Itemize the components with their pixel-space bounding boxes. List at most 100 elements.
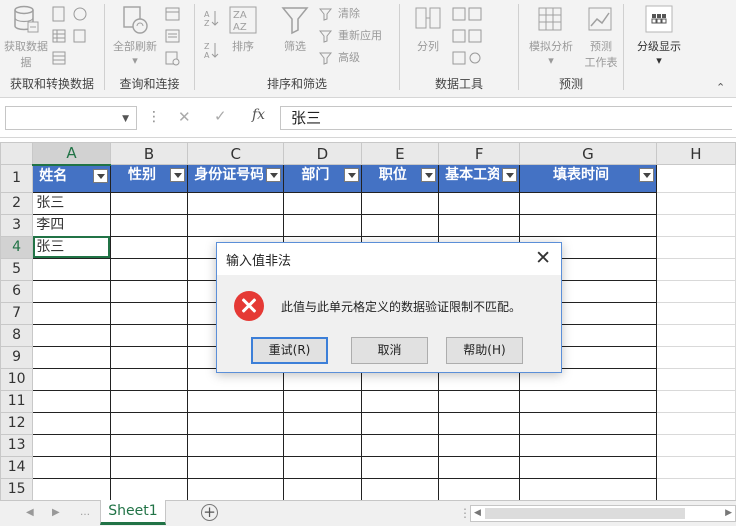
get-data-button[interactable]: 获取数据 据 [4, 4, 48, 70]
cell[interactable] [360, 477, 440, 500]
help-button[interactable]: 帮助(H) [446, 337, 523, 364]
column-header[interactable]: C [187, 142, 285, 165]
cell[interactable] [187, 477, 285, 500]
field-header-cell[interactable]: 部门 [283, 164, 362, 193]
row-header[interactable]: 6 [0, 279, 34, 303]
cell[interactable]: 张三 [32, 235, 111, 259]
cell[interactable] [438, 411, 521, 435]
sort-descending-button[interactable]: ZA [203, 40, 222, 60]
cell[interactable] [109, 213, 189, 237]
sort-ascending-button[interactable]: AZ [203, 8, 222, 28]
cell[interactable] [32, 411, 111, 435]
cell[interactable] [360, 389, 440, 413]
cell[interactable] [109, 235, 189, 259]
text-to-columns-button[interactable]: 分列 [408, 4, 448, 54]
cell[interactable] [519, 389, 657, 413]
cell[interactable] [187, 455, 285, 479]
cell[interactable]: 张三 [32, 191, 111, 215]
cell[interactable] [655, 389, 736, 413]
cell[interactable] [32, 477, 111, 500]
retry-button[interactable]: 重试(R) [251, 337, 328, 364]
cell[interactable] [360, 455, 440, 479]
flash-fill-button[interactable] [452, 6, 485, 22]
cell[interactable] [519, 411, 657, 435]
data-validation-button[interactable] [452, 50, 485, 66]
cell[interactable] [109, 477, 189, 500]
formula-input[interactable]: 张三 [280, 106, 732, 130]
enter-checkmark-icon[interactable]: ✓ [214, 107, 227, 125]
filter-dropdown-icon[interactable] [170, 168, 186, 182]
cell[interactable] [187, 411, 285, 435]
row-header[interactable]: 4 [0, 235, 34, 259]
cell[interactable] [32, 433, 111, 457]
row-header[interactable]: 13 [0, 433, 34, 457]
cell[interactable] [32, 279, 111, 303]
sort-button[interactable]: ZA AZ 排序 [225, 4, 261, 54]
cell[interactable]: 李四 [32, 213, 111, 237]
cell[interactable] [109, 279, 189, 303]
field-header-cell[interactable]: 基本工资 [438, 164, 521, 193]
column-header[interactable]: E [360, 142, 440, 165]
sheet-tab[interactable]: Sheet1 [100, 500, 166, 525]
cell[interactable] [438, 455, 521, 479]
row-header[interactable]: 14 [0, 455, 34, 479]
cell[interactable] [519, 455, 657, 479]
field-header-cell[interactable]: 身份证号码 [187, 164, 285, 193]
filter-dropdown-icon[interactable] [266, 168, 282, 182]
cell[interactable] [438, 213, 521, 237]
cancel-entry-icon[interactable]: ✕ [178, 108, 191, 126]
cell[interactable] [187, 389, 285, 413]
row-header[interactable]: 10 [0, 367, 34, 391]
filter-dropdown-icon[interactable] [92, 168, 108, 183]
cell[interactable] [109, 411, 189, 435]
cell[interactable] [283, 455, 362, 479]
cell[interactable] [655, 345, 736, 369]
from-text-button[interactable] [52, 6, 90, 22]
refresh-all-button[interactable]: 全部刷新 ▾ [108, 4, 162, 67]
cell[interactable] [109, 323, 189, 347]
column-header[interactable]: D [283, 142, 362, 165]
cell[interactable] [32, 367, 111, 391]
row-header[interactable]: 12 [0, 411, 34, 435]
cancel-button[interactable]: 取消 [351, 337, 428, 364]
row-header[interactable]: 9 [0, 345, 34, 369]
cell[interactable] [283, 433, 362, 457]
prev-sheet-icon[interactable]: ◀ [26, 507, 34, 518]
cell[interactable] [655, 477, 736, 500]
name-box[interactable]: ▼ [5, 106, 137, 130]
cell[interactable] [32, 345, 111, 369]
row-header[interactable]: 11 [0, 389, 34, 413]
cell[interactable] [360, 191, 440, 215]
row-header[interactable]: 3 [0, 213, 34, 237]
cell[interactable] [187, 191, 285, 215]
field-header-cell[interactable]: 职位 [360, 164, 440, 193]
cell[interactable] [109, 455, 189, 479]
filter-dropdown-icon[interactable] [502, 168, 518, 182]
cell[interactable] [438, 477, 521, 500]
filter-dropdown-icon[interactable] [638, 168, 654, 182]
cell[interactable] [283, 213, 362, 237]
more-sheets-icon[interactable]: … [80, 507, 90, 518]
row-header[interactable]: 2 [0, 191, 34, 215]
collapse-ribbon-button[interactable]: ⌃ [716, 80, 725, 96]
cell[interactable] [655, 213, 736, 237]
cell[interactable] [519, 477, 657, 500]
cell[interactable] [283, 477, 362, 500]
cell[interactable] [655, 191, 736, 215]
cell[interactable] [32, 455, 111, 479]
filter-dropdown-icon[interactable] [343, 168, 359, 182]
cell[interactable] [109, 433, 189, 457]
filter-dropdown-icon[interactable] [421, 168, 437, 182]
cell[interactable] [655, 257, 736, 281]
cell[interactable] [519, 433, 657, 457]
column-header[interactable]: H [655, 142, 736, 165]
horizontal-scrollbar[interactable]: ◀ ▶ [470, 505, 736, 522]
cell[interactable] [32, 323, 111, 347]
row-header[interactable]: 8 [0, 323, 34, 347]
select-all-corner[interactable] [0, 142, 34, 165]
cell[interactable] [187, 213, 285, 237]
cell[interactable] [109, 345, 189, 369]
cell[interactable] [655, 455, 736, 479]
cell[interactable] [655, 367, 736, 391]
row-header[interactable]: 5 [0, 257, 34, 281]
